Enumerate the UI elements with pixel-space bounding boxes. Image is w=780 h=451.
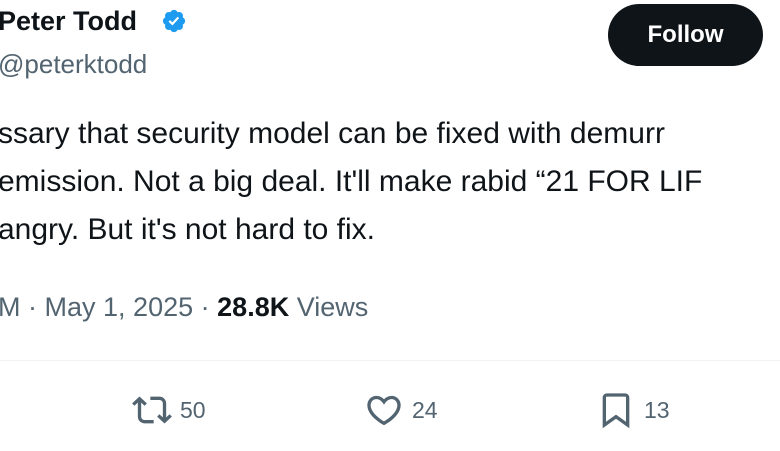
tweet-text-line: emission. Not a big deal. It'll make rab…: [0, 165, 703, 198]
tweet-text-line: ssary that security model can be fixed w…: [0, 117, 665, 150]
retweet-icon: [132, 396, 172, 424]
verified-badge-icon: [162, 9, 186, 33]
like-button[interactable]: 24: [364, 388, 438, 432]
action-divider: [0, 360, 780, 361]
heart-icon: [367, 395, 401, 426]
tweet-text: ssary that security model can be fixed w…: [0, 110, 780, 254]
follow-button[interactable]: Follow: [608, 4, 763, 66]
retweet-button[interactable]: 50: [132, 388, 206, 432]
bookmark-icon: [602, 393, 630, 429]
tweet-meta: M · May 1, 2025 · 28.8K Views: [0, 289, 368, 325]
tweet-text-line: angry. But it's not hard to fix.: [0, 213, 376, 246]
bookmark-count: 13: [644, 396, 670, 423]
bookmark-button[interactable]: 13: [596, 388, 670, 432]
author-display-name[interactable]: Peter Todd: [0, 3, 137, 39]
views-count: 28.8K: [217, 292, 290, 322]
retweet-count: 50: [180, 396, 206, 423]
like-count: 24: [412, 396, 438, 423]
meta-separator: ·: [200, 292, 210, 322]
tweet-time[interactable]: M: [0, 292, 21, 322]
views-label: Views: [296, 292, 369, 322]
meta-separator: ·: [28, 292, 38, 322]
author-handle[interactable]: @peterktodd: [0, 47, 147, 81]
tweet-date[interactable]: May 1, 2025: [45, 292, 194, 322]
